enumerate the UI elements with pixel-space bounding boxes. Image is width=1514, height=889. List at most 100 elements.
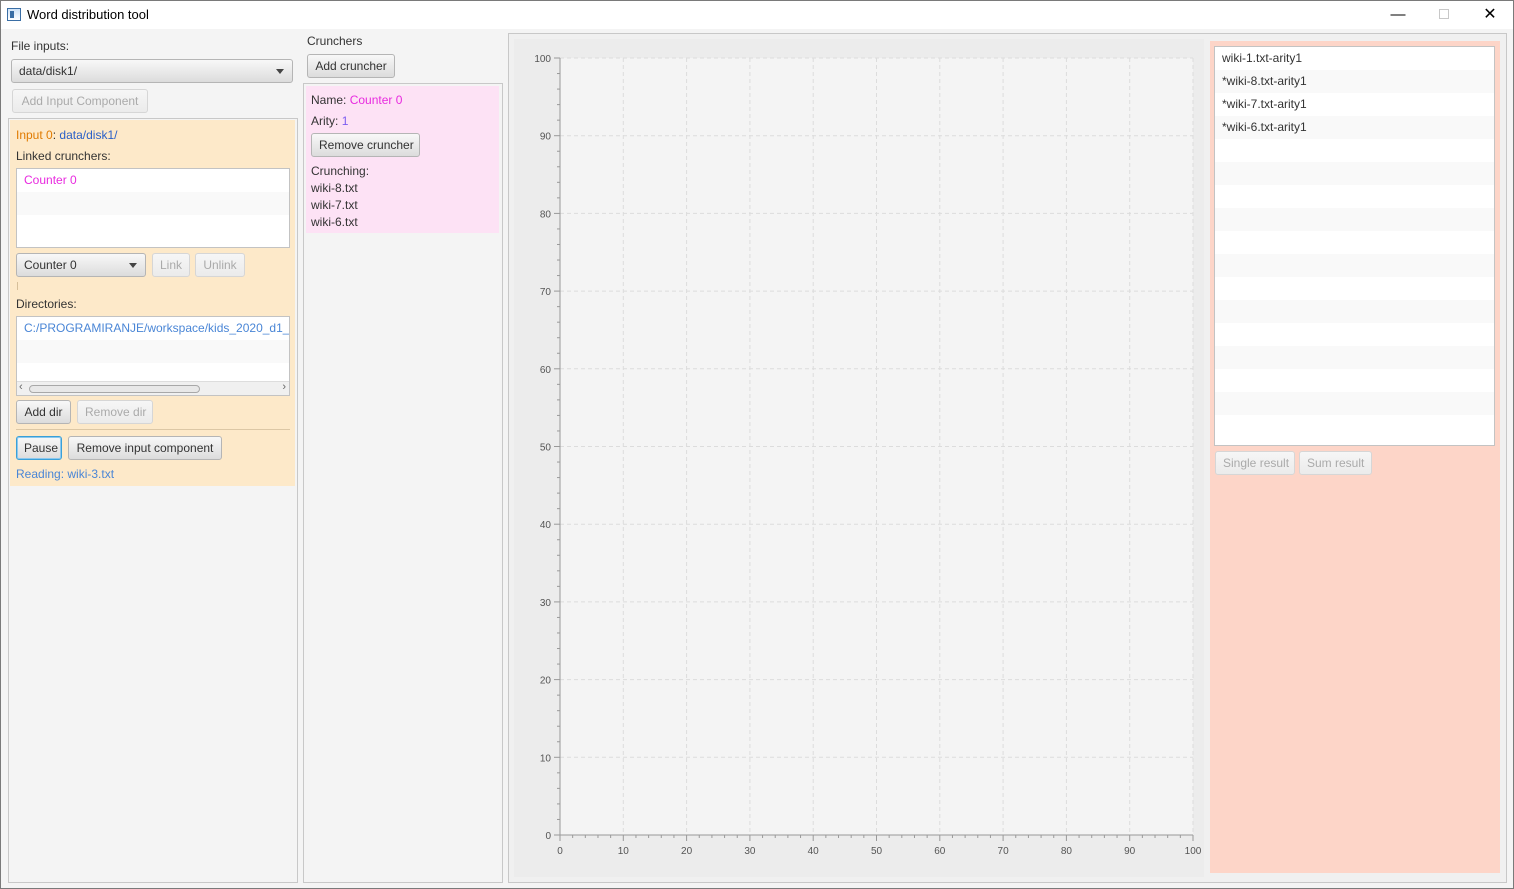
x-tick-label: 0: [557, 846, 563, 857]
directories-label: Directories:: [16, 297, 77, 311]
x-tick-label: 90: [1124, 846, 1136, 857]
list-item-empty: [17, 340, 289, 363]
maximize-button[interactable]: [1421, 1, 1467, 29]
crunching-file: wiki-6.txt: [311, 215, 358, 229]
x-tick-label: 20: [681, 846, 693, 857]
app-window: Word distribution tool — ✕ File inputs: …: [0, 0, 1514, 889]
list-item-empty: [1215, 231, 1494, 254]
cruncher-select[interactable]: Counter 0: [16, 253, 146, 277]
x-tick-label: 40: [808, 846, 820, 857]
disk-select[interactable]: data/disk1/: [11, 59, 293, 83]
y-tick-label: 10: [540, 753, 552, 764]
x-tick-label: 100: [1185, 846, 1202, 857]
result-item[interactable]: wiki-1.txt-arity1: [1215, 47, 1494, 70]
remove-input-component-button[interactable]: Remove input component: [68, 436, 222, 460]
add-input-component-button[interactable]: Add Input Component: [12, 89, 148, 113]
maximize-icon: [1439, 8, 1449, 19]
crunchers-label: Crunchers: [307, 34, 363, 48]
results-list[interactable]: wiki-1.txt-arity1 *wiki-8.txt-arity1 *wi…: [1214, 46, 1495, 446]
list-item-empty: [1215, 300, 1494, 323]
result-item[interactable]: *wiki-8.txt-arity1: [1215, 70, 1494, 93]
remove-dir-button[interactable]: Remove dir: [77, 400, 153, 424]
x-tick-label: 70: [998, 846, 1010, 857]
pause-button[interactable]: Pause: [16, 436, 62, 460]
remove-cruncher-button[interactable]: Remove cruncher: [311, 133, 420, 157]
sum-result-button[interactable]: Sum result: [1299, 451, 1372, 475]
minimize-button[interactable]: —: [1375, 1, 1421, 29]
input-name-separator: :: [52, 128, 57, 142]
cruncher-name-label: Name:: [311, 93, 347, 107]
disk-select-value: data/disk1/: [19, 64, 78, 78]
cruncher-name: Counter 0: [349, 93, 403, 107]
unlink-button[interactable]: Unlink: [195, 253, 245, 277]
x-tick-label: 60: [934, 846, 946, 857]
input-name-index: 0: [46, 128, 53, 142]
cruncher-arity-label: Arity:: [311, 114, 339, 128]
cruncher-name-row: Name: Counter 0: [311, 93, 402, 107]
chart-area: 0 10 20 30 40 50 60 70 80 90 100 0 10 20 30 40 50 60 70 80 9…: [514, 39, 1204, 877]
cruncher-arity-row: Arity: 1: [311, 114, 348, 128]
list-item-empty: [17, 192, 289, 215]
linked-crunchers-label: Linked crunchers:: [16, 149, 111, 163]
y-tick-label: 0: [545, 831, 551, 842]
y-tick-label: 60: [540, 365, 552, 376]
app-icon: [7, 8, 21, 21]
list-item-empty: [1215, 185, 1494, 208]
chevron-down-icon: [276, 69, 284, 74]
divider: [16, 429, 290, 430]
x-tick-label: 80: [1061, 846, 1073, 857]
result-item[interactable]: *wiki-7.txt-arity1: [1215, 93, 1494, 116]
add-cruncher-button[interactable]: Add cruncher: [307, 54, 395, 78]
list-item-empty: [1215, 392, 1494, 415]
input-name-prefix: Input: [16, 128, 43, 142]
list-item-empty: [17, 215, 289, 238]
single-result-button[interactable]: Single result: [1215, 451, 1295, 475]
title-bar: Word distribution tool — ✕: [1, 1, 1513, 29]
window-title: Word distribution tool: [27, 7, 149, 22]
list-item-empty: [1215, 139, 1494, 162]
close-button[interactable]: ✕: [1467, 1, 1513, 29]
crunching-file: wiki-8.txt: [311, 181, 358, 195]
list-item-empty: [1215, 415, 1494, 438]
y-tick-label: 40: [540, 520, 552, 531]
horizontal-scrollbar[interactable]: ‹ ›: [17, 381, 289, 395]
y-tick-label: 100: [534, 54, 551, 65]
file-inputs-label: File inputs:: [11, 39, 70, 53]
scroll-right-icon[interactable]: ›: [282, 381, 286, 393]
scrollbar-thumb[interactable]: [29, 385, 200, 393]
input-component-title: Input 0: data/disk1/: [16, 128, 117, 142]
list-item-empty: [1215, 323, 1494, 346]
x-tick-label: 50: [871, 846, 883, 857]
scroll-left-icon[interactable]: ‹: [19, 381, 23, 393]
y-tick-label: 30: [540, 598, 552, 609]
separator: [17, 282, 18, 290]
crunching-file: wiki-7.txt: [311, 198, 358, 212]
crunching-label: Crunching:: [311, 164, 370, 178]
y-tick-label: 70: [540, 287, 552, 298]
linked-crunchers-list[interactable]: Counter 0: [16, 168, 290, 248]
x-tick-label: 10: [618, 846, 630, 857]
list-item-empty: [1215, 277, 1494, 300]
link-button[interactable]: Link: [152, 253, 190, 277]
list-item-empty: [1215, 208, 1494, 231]
cruncher-arity: 1: [341, 114, 349, 128]
chevron-down-icon: [129, 263, 137, 268]
reading-status: Reading: wiki-3.txt: [16, 467, 115, 481]
y-tick-label: 20: [540, 676, 552, 687]
list-item-empty: [1215, 346, 1494, 369]
y-tick-label: 80: [540, 209, 552, 220]
line-chart: 0 10 20 30 40 50 60 70 80 90 100 0 10 20 30 40 50 60 70 80 9…: [534, 54, 1202, 857]
cruncher-select-value: Counter 0: [24, 258, 77, 272]
input-disk: data/disk1/: [59, 128, 118, 142]
y-tick-label: 90: [540, 132, 552, 143]
y-tick-label: 50: [540, 443, 552, 454]
list-item-empty: [1215, 162, 1494, 185]
x-tick-label: 30: [744, 846, 756, 857]
directories-list[interactable]: C:/PROGRAMIRANJE/workspace/kids_2020_d1_…: [16, 316, 290, 396]
list-item-empty: [1215, 369, 1494, 392]
add-dir-button[interactable]: Add dir: [16, 400, 71, 424]
list-item[interactable]: C:/PROGRAMIRANJE/workspace/kids_2020_d1_…: [17, 317, 289, 340]
list-item-empty: [1215, 254, 1494, 277]
result-item[interactable]: *wiki-6.txt-arity1: [1215, 116, 1494, 139]
list-item[interactable]: Counter 0: [17, 169, 289, 192]
